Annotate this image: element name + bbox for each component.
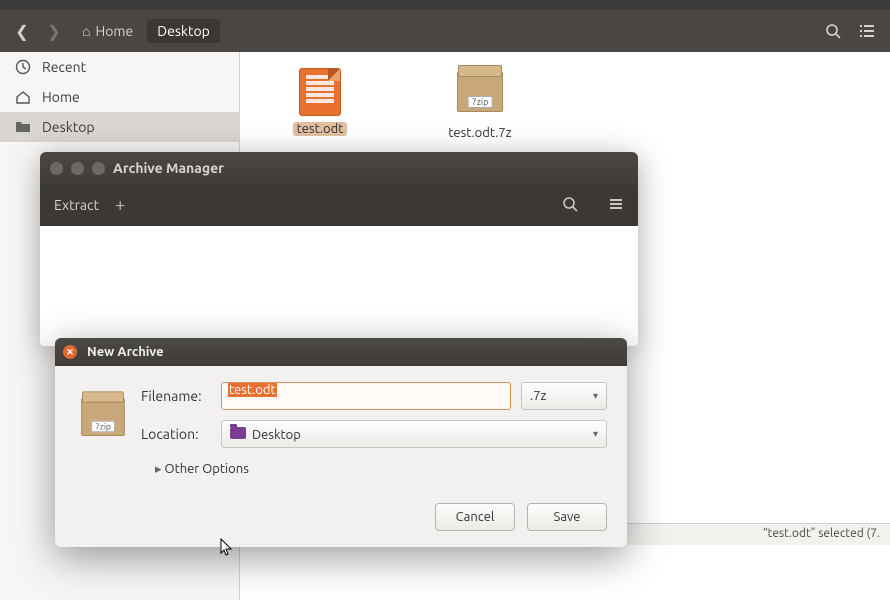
window-max-icon[interactable] <box>92 162 105 175</box>
folder-icon <box>14 118 32 136</box>
search-icon[interactable] <box>562 196 578 215</box>
location-label: Location: <box>141 426 211 442</box>
home-icon <box>14 88 32 106</box>
sidebar-item-label: Home <box>42 89 80 105</box>
window-close-icon[interactable] <box>50 162 63 175</box>
na-titlebar[interactable]: ✕ New Archive <box>55 338 627 366</box>
file-name: test.odt.7z <box>448 126 511 140</box>
nav-back-button[interactable]: ❮ <box>8 17 36 45</box>
new-archive-dialog: ✕ New Archive 7zip Filename: test.odt .7… <box>55 338 627 547</box>
home-icon: ⌂ <box>82 23 90 39</box>
document-icon <box>299 68 341 116</box>
file-item[interactable]: test.odt <box>270 68 370 136</box>
sidebar-item-desktop[interactable]: Desktop <box>0 112 239 142</box>
chevron-down-icon: ▾ <box>593 428 598 440</box>
sidebar-item-home[interactable]: Home <box>0 82 239 112</box>
fm-toolbar: ❮ ❯ ⌂ Home Desktop <box>0 10 890 52</box>
breadcrumb-home-label: Home <box>95 23 133 39</box>
clock-icon <box>14 58 32 76</box>
breadcrumb-current[interactable]: Desktop <box>147 19 220 43</box>
location-select[interactable]: Desktop ▾ <box>221 420 607 448</box>
filename-input[interactable]: test.odt <box>221 382 511 410</box>
am-title: Archive Manager <box>113 160 224 176</box>
file-item[interactable]: 7zip test.odt.7z <box>430 68 530 140</box>
am-content <box>40 226 638 346</box>
na-title: New Archive <box>87 345 164 359</box>
filename-label: Filename: <box>141 388 211 404</box>
nav-forward-button[interactable]: ❯ <box>40 17 68 45</box>
extension-select[interactable]: .7z▾ <box>521 382 607 410</box>
am-toolbar: Extract + <box>40 184 638 226</box>
extract-button[interactable]: Extract <box>54 197 99 213</box>
archive-icon: 7zip <box>457 72 503 112</box>
sidebar-item-label: Recent <box>42 59 86 75</box>
other-options-toggle[interactable]: Other Options <box>155 462 607 477</box>
sidebar-item-recent[interactable]: Recent <box>0 52 239 82</box>
close-icon[interactable]: ✕ <box>63 345 77 359</box>
chevron-down-icon: ▾ <box>593 390 598 402</box>
archive-manager-window: Archive Manager Extract + <box>40 152 638 346</box>
search-icon[interactable] <box>818 16 848 46</box>
folder-icon <box>230 427 246 439</box>
cancel-button[interactable]: Cancel <box>435 503 515 531</box>
window-min-icon[interactable] <box>71 162 84 175</box>
breadcrumb-home[interactable]: ⌂ Home <box>72 19 143 43</box>
sidebar-item-label: Desktop <box>42 119 95 135</box>
am-titlebar[interactable]: Archive Manager <box>40 152 638 184</box>
archive-icon: 7zip <box>75 393 131 437</box>
menu-icon[interactable] <box>608 196 624 215</box>
file-name: test.odt <box>293 122 348 136</box>
add-button[interactable]: + <box>115 195 125 215</box>
view-list-icon[interactable] <box>852 16 882 46</box>
save-button[interactable]: Save <box>527 503 607 531</box>
